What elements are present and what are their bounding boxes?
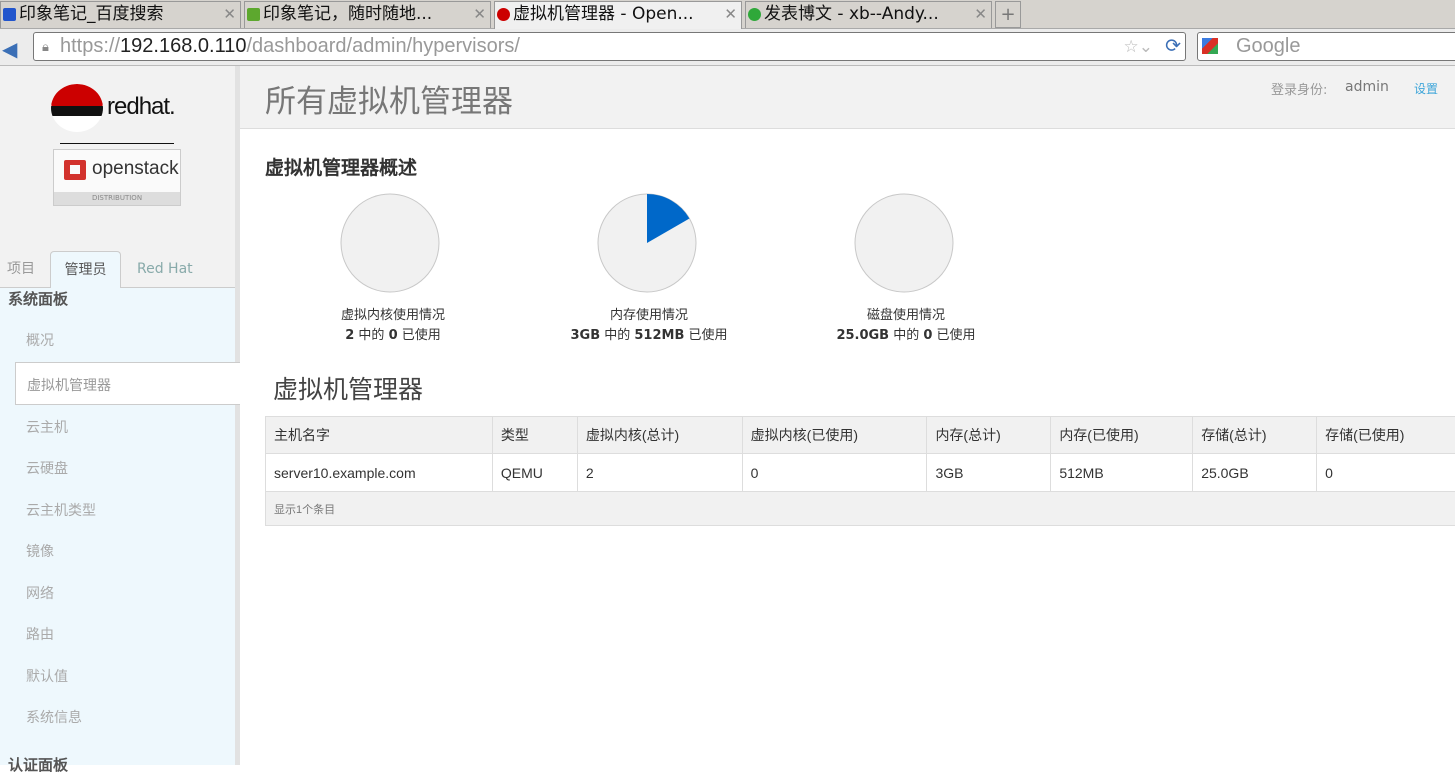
- browser-tab-active[interactable]: 虚拟机管理器 - Open...✕: [494, 1, 742, 29]
- overview-title: 虚拟机管理器概述: [265, 153, 417, 180]
- vcpu-usage-pie: [340, 193, 440, 293]
- column-header[interactable]: 主机名字: [266, 417, 493, 454]
- browser-tab[interactable]: 印象笔记_百度搜索✕: [0, 1, 241, 28]
- sidebar-item-networks[interactable]: 网络: [26, 583, 54, 603]
- browser-tab[interactable]: 印象笔记，随时随地...✕: [244, 1, 491, 28]
- divider: [60, 143, 174, 144]
- sidebar-panel: [0, 287, 235, 765]
- column-header[interactable]: 内存(总计): [927, 417, 1051, 454]
- table-header-row: 主机名字 类型 虚拟内核(总计) 虚拟内核(已使用) 内存(总计) 内存(已使用…: [266, 417, 1455, 454]
- sidebar-item-system-info[interactable]: 系统信息: [26, 707, 82, 727]
- hypervisors-table: 主机名字 类型 虚拟内核(总计) 虚拟内核(已使用) 内存(总计) 内存(已使用…: [265, 416, 1455, 526]
- login-label: 登录身份:: [1271, 79, 1327, 98]
- sidebar-item-defaults[interactable]: 默认值: [26, 666, 68, 686]
- pie-free-slice: [341, 194, 439, 292]
- evernote-icon: [247, 8, 260, 21]
- pie-free-slice: [855, 194, 953, 292]
- cell-type: QEMU: [492, 454, 577, 492]
- paw-icon: [3, 8, 16, 21]
- cell-vcpus-used: 0: [742, 454, 927, 492]
- memory-usage-label: 内存使用情况3GB 中的 512MB 已使用: [539, 306, 759, 346]
- sidebar-item-overview[interactable]: 概况: [26, 330, 54, 350]
- navigation-bar: ◀ 🔒︎ https://192.168.0.110/dashboard/adm…: [0, 29, 1455, 66]
- back-arrow-icon[interactable]: ◀: [2, 37, 17, 61]
- close-tab-icon[interactable]: ✕: [724, 2, 737, 27]
- settings-link[interactable]: 设置: [1414, 80, 1438, 97]
- sidebar-item-instances[interactable]: 云主机: [26, 417, 68, 437]
- tab-project[interactable]: 项目: [7, 251, 35, 288]
- browser-tab[interactable]: 发表博文 - xb--Andy...✕: [745, 1, 992, 28]
- c-icon: [748, 8, 761, 21]
- close-tab-icon[interactable]: ✕: [974, 2, 987, 27]
- disk-usage-pie: [854, 193, 954, 293]
- tab-admin[interactable]: 管理员: [50, 251, 121, 288]
- sidebar-scrollbar[interactable]: [235, 66, 240, 765]
- username: admin: [1345, 79, 1389, 95]
- sidebar-item-hypervisors[interactable]: 虚拟机管理器: [15, 362, 240, 405]
- bookmark-star-icon[interactable]: ☆⌄: [1124, 33, 1153, 60]
- vcpu-usage-label: 虚拟内核使用情况2 中的 0 已使用: [283, 306, 503, 346]
- cell-memory-used: 512MB: [1051, 454, 1193, 492]
- column-header[interactable]: 存储(已使用): [1317, 417, 1455, 454]
- disk-usage-label: 磁盘使用情况25.0GB 中的 0 已使用: [796, 306, 1016, 346]
- cell-hostname: server10.example.com: [266, 454, 493, 492]
- openstack-icon: [64, 160, 86, 180]
- search-input[interactable]: Google: [1197, 32, 1455, 61]
- column-header[interactable]: 内存(已使用): [1051, 417, 1193, 454]
- close-tab-icon[interactable]: ✕: [223, 2, 236, 27]
- browser-tab-bar: 印象笔记_百度搜索✕ 印象笔记，随时随地...✕ 虚拟机管理器 - Open..…: [0, 0, 1455, 29]
- openstack-logo: openstack DISTRIBUTION: [53, 149, 181, 206]
- memory-usage-pie: [597, 193, 697, 293]
- table-footer-row: 显示1个条目: [266, 492, 1455, 526]
- table-title: 虚拟机管理器: [273, 370, 423, 406]
- tab-redhat[interactable]: Red Hat: [137, 251, 193, 288]
- sidebar-item-images[interactable]: 镜像: [26, 541, 54, 561]
- close-tab-icon[interactable]: ✕: [473, 2, 486, 27]
- redhat-logo: [51, 84, 103, 132]
- cell-memory-total: 3GB: [927, 454, 1051, 492]
- column-header[interactable]: 虚拟内核(已使用): [742, 417, 927, 454]
- sidebar-item-routers[interactable]: 路由: [26, 624, 54, 644]
- table-row: server10.example.com QEMU 2 0 3GB 512MB …: [266, 454, 1455, 492]
- sidebar-item-volumes[interactable]: 云硬盘: [26, 458, 68, 478]
- google-icon: [1202, 38, 1218, 54]
- page-title: 所有虚拟机管理器: [265, 76, 513, 121]
- cell-vcpus-total: 2: [577, 454, 742, 492]
- sidebar-item-flavors[interactable]: 云主机类型: [26, 500, 96, 520]
- new-tab-button[interactable]: +: [995, 1, 1021, 28]
- cell-storage-total: 25.0GB: [1193, 454, 1317, 492]
- sidebar-heading: 系统面板: [8, 288, 68, 309]
- table-footer: 显示1个条目: [266, 492, 1455, 526]
- redhat-logo-text: redhat.: [107, 93, 175, 121]
- url-bar[interactable]: 🔒︎ https://192.168.0.110/dashboard/admin…: [33, 32, 1186, 61]
- reload-icon[interactable]: ⟳: [1165, 33, 1181, 60]
- column-header[interactable]: 类型: [492, 417, 577, 454]
- redhat-icon: [497, 8, 510, 21]
- cell-storage-used: 0: [1317, 454, 1455, 492]
- lock-icon: 🔒︎: [42, 33, 49, 60]
- column-header[interactable]: 存储(总计): [1193, 417, 1317, 454]
- column-header[interactable]: 虚拟内核(总计): [577, 417, 742, 454]
